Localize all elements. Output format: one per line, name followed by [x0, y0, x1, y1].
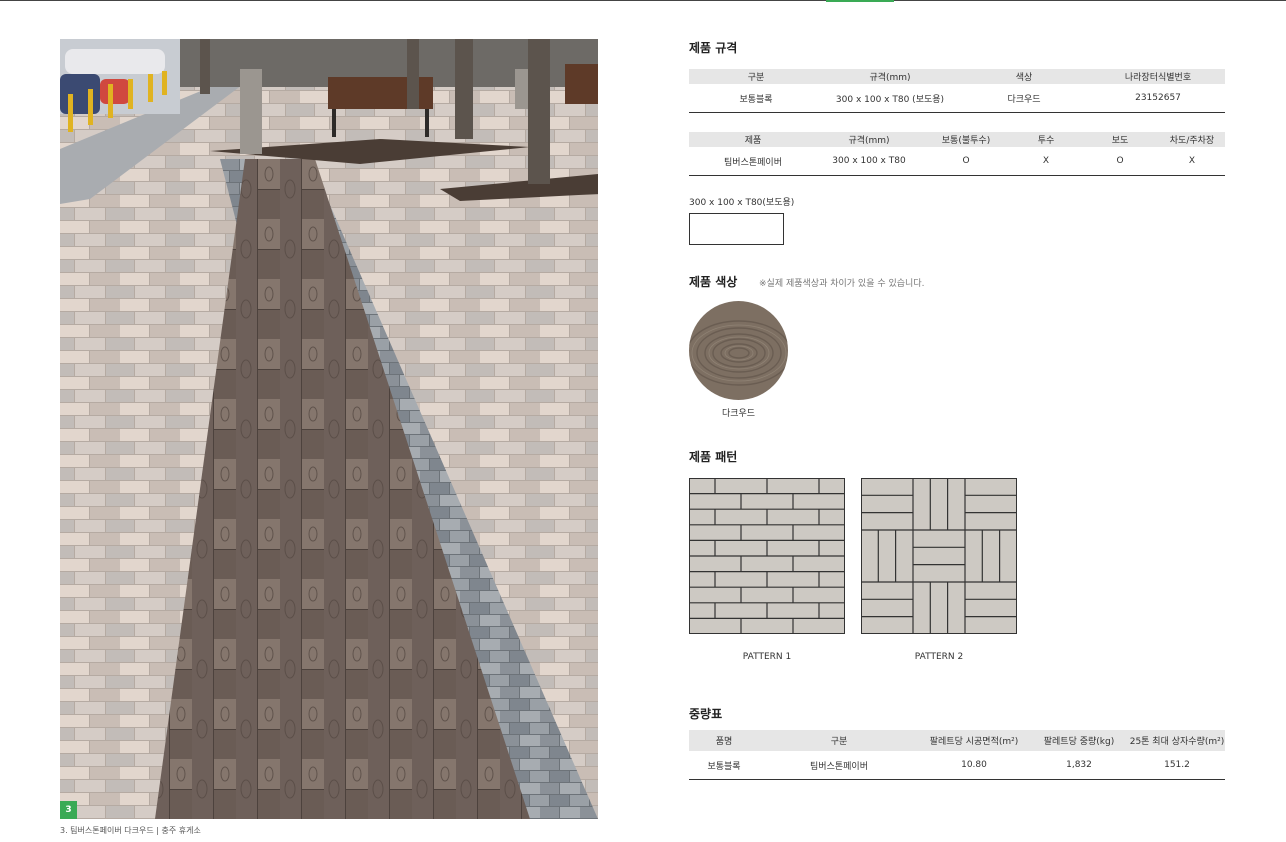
table-row: 팀버스톤페이버 300 x 100 x T80 O X O X — [689, 147, 1225, 176]
table-cell: 23152657 — [1091, 84, 1225, 113]
table-header: 색상 — [957, 69, 1091, 84]
weight-table: 품명 구분 팔레트당 시공면적(m²) 팔레트당 중량(kg) 25톤 최대 상… — [689, 730, 1225, 780]
table-cell: 보통블록 — [689, 751, 759, 780]
product-photo — [60, 39, 598, 819]
table-cell: 보통블록 — [689, 84, 823, 113]
table-cell: X — [1011, 147, 1081, 176]
table-cell: 300 x 100 x T80 — [817, 147, 921, 176]
table-cell: X — [1159, 147, 1225, 176]
table-cell: O — [921, 147, 1011, 176]
table-header: 품명 — [689, 730, 759, 751]
table-header: 팔레트당 시공면적(m²) — [919, 730, 1029, 751]
color-swatch-label: 다크우드 — [721, 409, 756, 419]
table-header: 구분 — [689, 69, 823, 84]
table-header: 구분 — [759, 730, 919, 751]
table-cell: O — [1081, 147, 1159, 176]
table-header: 25톤 최대 상자수량(m²) — [1129, 730, 1225, 751]
top-accent-bar — [826, 0, 894, 2]
weight-section-title: 중량표 — [689, 707, 723, 721]
table-cell: 팀버스톤페이버 — [759, 751, 919, 780]
top-rule — [0, 0, 1286, 1]
pattern-1-diagram — [689, 478, 845, 634]
size-label: 300 x 100 x T80(보도용) — [689, 198, 795, 208]
table-row: 보통블록 300 x 100 x T80 (보도용) 다크우드 23152657 — [689, 84, 1225, 113]
table-header: 투수 — [1011, 132, 1081, 147]
pattern-section-title: 제품 패턴 — [689, 450, 738, 464]
spec-table-2: 제품 규격(mm) 보통(불투수) 투수 보도 차도/주차장 팀버스톤페이버 3… — [689, 132, 1225, 176]
color-section-title: 제품 색상 — [689, 275, 738, 289]
photo-number-badge: 3 — [60, 801, 77, 819]
size-diagram-box — [689, 213, 784, 245]
photo-caption: 3. 팀버스톤페이버 다크우드 | 충주 휴게소 — [60, 826, 201, 835]
spec-section-title: 제품 규격 — [689, 41, 738, 55]
table-header: 보통(불투수) — [921, 132, 1011, 147]
table-cell: 1,832 — [1029, 751, 1129, 780]
table-header: 제품 — [689, 132, 817, 147]
table-cell: 151.2 — [1129, 751, 1225, 780]
table-row: 보통블록 팀버스톤페이버 10.80 1,832 151.2 — [689, 751, 1225, 780]
table-header: 규격(mm) — [817, 132, 921, 147]
table-cell: 다크우드 — [957, 84, 1091, 113]
table-header: 차도/주차장 — [1159, 132, 1225, 147]
table-header: 팔레트당 중량(kg) — [1029, 730, 1129, 751]
table-header: 규격(mm) — [823, 69, 957, 84]
table-cell: 300 x 100 x T80 (보도용) — [823, 84, 957, 113]
color-swatch — [689, 301, 788, 400]
table-header: 보도 — [1081, 132, 1159, 147]
table-cell: 10.80 — [919, 751, 1029, 780]
table-cell: 팀버스톤페이버 — [689, 147, 817, 176]
table-header: 나라장터식별번호 — [1091, 69, 1225, 84]
color-disclaimer: ※실제 제품색상과 차이가 있을 수 있습니다. — [759, 279, 925, 289]
pattern-2-label: PATTERN 2 — [914, 652, 964, 662]
pattern-2-diagram — [861, 478, 1017, 634]
spec-table-1: 구분 규격(mm) 색상 나라장터식별번호 보통블록 300 x 100 x T… — [689, 69, 1225, 113]
pattern-1-label: PATTERN 1 — [742, 652, 792, 662]
